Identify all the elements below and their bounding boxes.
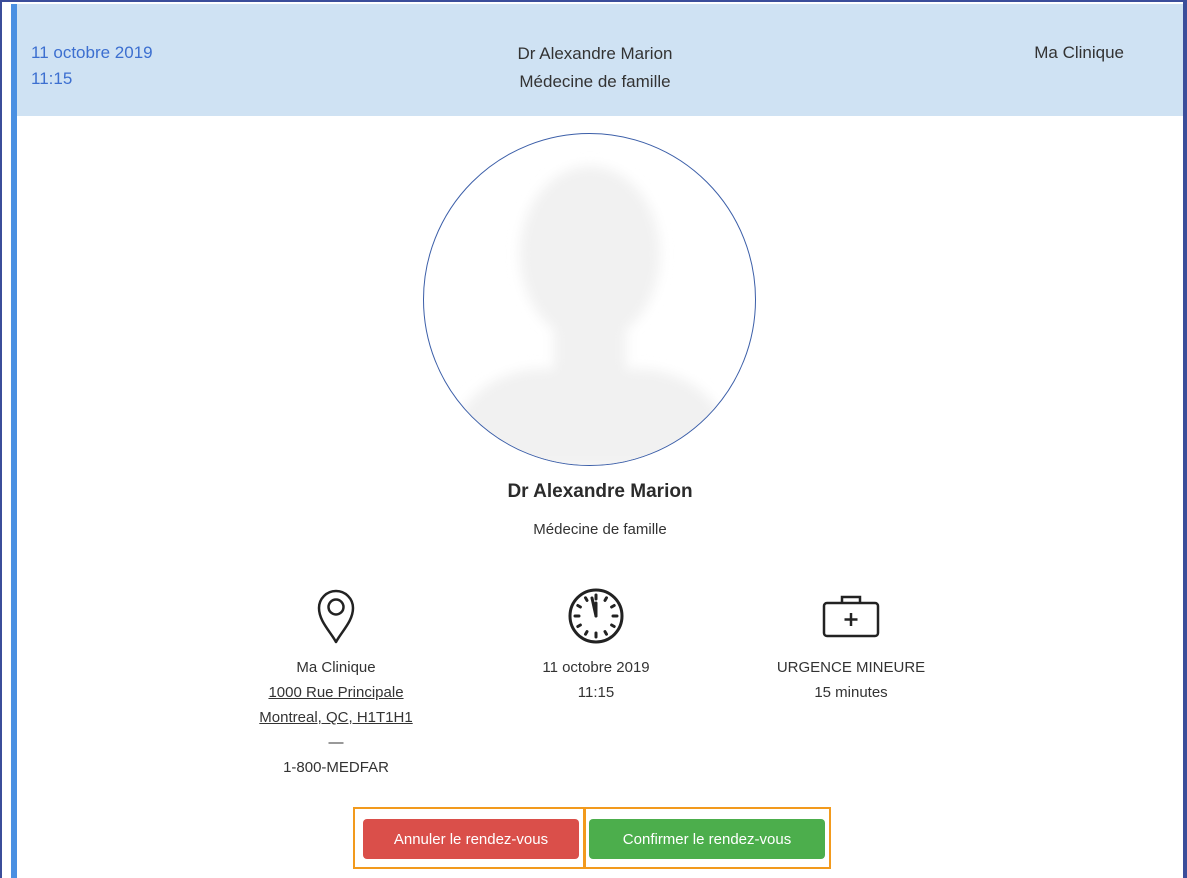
doctor-avatar	[423, 133, 756, 466]
header-specialty: Médecine de famille	[519, 72, 671, 91]
header-clinic: Ma Clinique	[1034, 43, 1124, 62]
doctor-specialty: Médecine de famille	[533, 521, 667, 538]
card-accent-bar	[11, 4, 17, 878]
location-clinic: Ma Clinique	[296, 659, 376, 676]
clock-icon	[568, 588, 624, 644]
location-separator: —	[328, 734, 344, 751]
appointment-header: 11 octobre 2019 11:15 Dr Alexandre Mario…	[17, 4, 1183, 116]
window-border-right	[1183, 2, 1187, 878]
address-street-link[interactable]: 1000 Rue Principale	[226, 680, 446, 705]
cancel-appointment-button[interactable]: Annuler le rendez-vous	[363, 819, 579, 859]
visit-type-label: URGENCE MINEURE	[776, 659, 926, 676]
header-datetime: 11 octobre 2019 11:15	[31, 40, 153, 92]
appointment-time: 11:15	[577, 684, 615, 701]
visit-type-details: URGENCE MINEURE 15 minutes	[741, 585, 961, 705]
medical-kit-icon	[822, 595, 880, 638]
confirm-button-highlight: Confirmer le rendez-vous	[584, 807, 831, 869]
appointment-date: 11 octobre 2019	[542, 659, 650, 676]
window-border	[0, 2, 2, 878]
header-doctor-name: Dr Alexandre Marion	[517, 44, 673, 63]
visit-duration: 15 minutes	[814, 684, 888, 701]
header-date: 11 octobre 2019	[31, 43, 153, 62]
location-phone: 1-800-MEDFAR	[283, 759, 389, 776]
address-city-link[interactable]: Montreal, QC, H1T1H1	[226, 705, 446, 730]
user-silhouette-icon	[444, 166, 737, 465]
time-details: 11 octobre 2019 11:15	[486, 585, 706, 705]
map-pin-icon	[317, 589, 355, 644]
cancel-button-highlight: Annuler le rendez-vous	[353, 807, 585, 869]
confirm-appointment-button[interactable]: Confirmer le rendez-vous	[589, 819, 825, 859]
doctor-name: Dr Alexandre Marion	[507, 481, 693, 502]
appointment-card: 11 octobre 2019 11:15 Dr Alexandre Mario…	[0, 0, 1187, 878]
header-time: 11:15	[31, 69, 73, 88]
header-doctor: Dr Alexandre Marion Médecine de famille	[417, 40, 773, 96]
location-details: Ma Clinique 1000 Rue Principale Montreal…	[226, 585, 446, 780]
